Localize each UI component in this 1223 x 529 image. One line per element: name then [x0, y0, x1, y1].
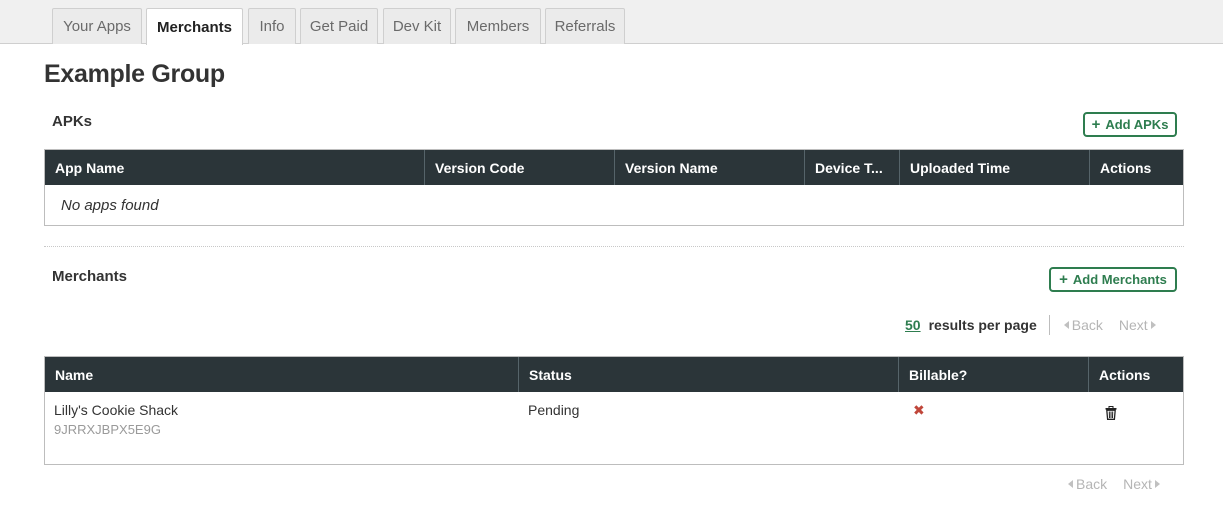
add-merchants-label: Add Merchants: [1072, 272, 1167, 287]
page-title: Example Group: [44, 60, 225, 88]
tab-dev-kit[interactable]: Dev Kit: [383, 8, 451, 44]
column-header-actions: Actions: [1099, 366, 1151, 383]
back-link[interactable]: Back: [1063, 317, 1103, 333]
section-divider: [44, 246, 1184, 247]
merchants-table-header: Name Status Billable? Actions: [45, 357, 1183, 392]
per-page-selector[interactable]: 50: [905, 317, 921, 333]
back-label: Back: [1076, 476, 1108, 492]
plus-icon: +: [1091, 116, 1101, 133]
add-merchants-button[interactable]: + Add Merchants: [1049, 267, 1177, 292]
tab-info[interactable]: Info: [248, 8, 296, 44]
next-link[interactable]: Next: [1119, 317, 1156, 333]
tab-members[interactable]: Members: [455, 8, 541, 44]
apks-section-title: APKs: [52, 113, 93, 130]
column-header-uploaded-time[interactable]: Uploaded Time: [900, 150, 1090, 185]
column-header-actions: Actions: [1100, 159, 1152, 176]
not-billable-icon: ✖: [913, 402, 925, 418]
merchant-name[interactable]: Lilly's Cookie Shack: [54, 402, 519, 418]
caret-right-icon: [1150, 321, 1156, 329]
column-header-billable[interactable]: Billable?: [899, 357, 1089, 392]
next-label: Next: [1123, 476, 1152, 492]
tab-get-paid[interactable]: Get Paid: [300, 8, 378, 44]
column-header-device-type[interactable]: Device T...: [805, 150, 900, 185]
tab-merchants[interactable]: Merchants: [146, 8, 243, 45]
pager-separator: [1048, 315, 1050, 335]
pagination-top: 50 results per page Back Next: [905, 314, 1156, 336]
actions-cell: [1089, 392, 1183, 464]
column-header-version-name[interactable]: Version Name: [615, 150, 805, 185]
merchants-table: Name Status Billable? Actions Lilly's Co…: [44, 356, 1184, 465]
table-row[interactable]: Lilly's Cookie Shack 9JRRXJBPX5E9G Pendi…: [45, 392, 1183, 464]
caret-left-icon: [1068, 480, 1073, 488]
billable-cell: ✖: [899, 392, 1089, 464]
column-header-name[interactable]: Name: [45, 357, 519, 392]
apks-table-header: App Name Version Code Version Name Devic…: [45, 150, 1183, 185]
merchant-status: Pending: [528, 402, 580, 418]
add-apks-label: Add APKs: [1105, 117, 1169, 132]
merchant-id: 9JRRXJBPX5E9G: [54, 422, 161, 437]
pagination-bottom: Back Next: [1068, 476, 1160, 492]
merchants-section-title: Merchants: [52, 268, 128, 285]
apks-table: App Name Version Code Version Name Devic…: [44, 149, 1184, 226]
column-header-app-name[interactable]: App Name: [45, 150, 425, 185]
tab-your-apps[interactable]: Your Apps: [52, 8, 142, 44]
caret-left-icon: [1063, 321, 1069, 329]
caret-right-icon: [1154, 480, 1160, 488]
back-link[interactable]: Back: [1068, 476, 1107, 492]
plus-icon: +: [1059, 271, 1068, 288]
next-link[interactable]: Next: [1123, 476, 1160, 492]
trash-icon[interactable]: [1105, 406, 1117, 423]
apks-empty-message: No apps found: [61, 196, 159, 214]
tab-referrals[interactable]: Referrals: [545, 8, 625, 44]
add-apks-button[interactable]: + Add APKs: [1083, 112, 1177, 137]
tab-bar: Your Apps Merchants Info Get Paid Dev Ki…: [0, 0, 1223, 45]
column-header-version-code[interactable]: Version Code: [425, 150, 615, 185]
per-page-label: results per page: [928, 317, 1037, 333]
next-label: Next: [1118, 317, 1148, 333]
column-header-status[interactable]: Status: [519, 357, 899, 392]
merchant-name-cell: Lilly's Cookie Shack 9JRRXJBPX5E9G: [45, 392, 519, 464]
back-label: Back: [1071, 317, 1103, 333]
